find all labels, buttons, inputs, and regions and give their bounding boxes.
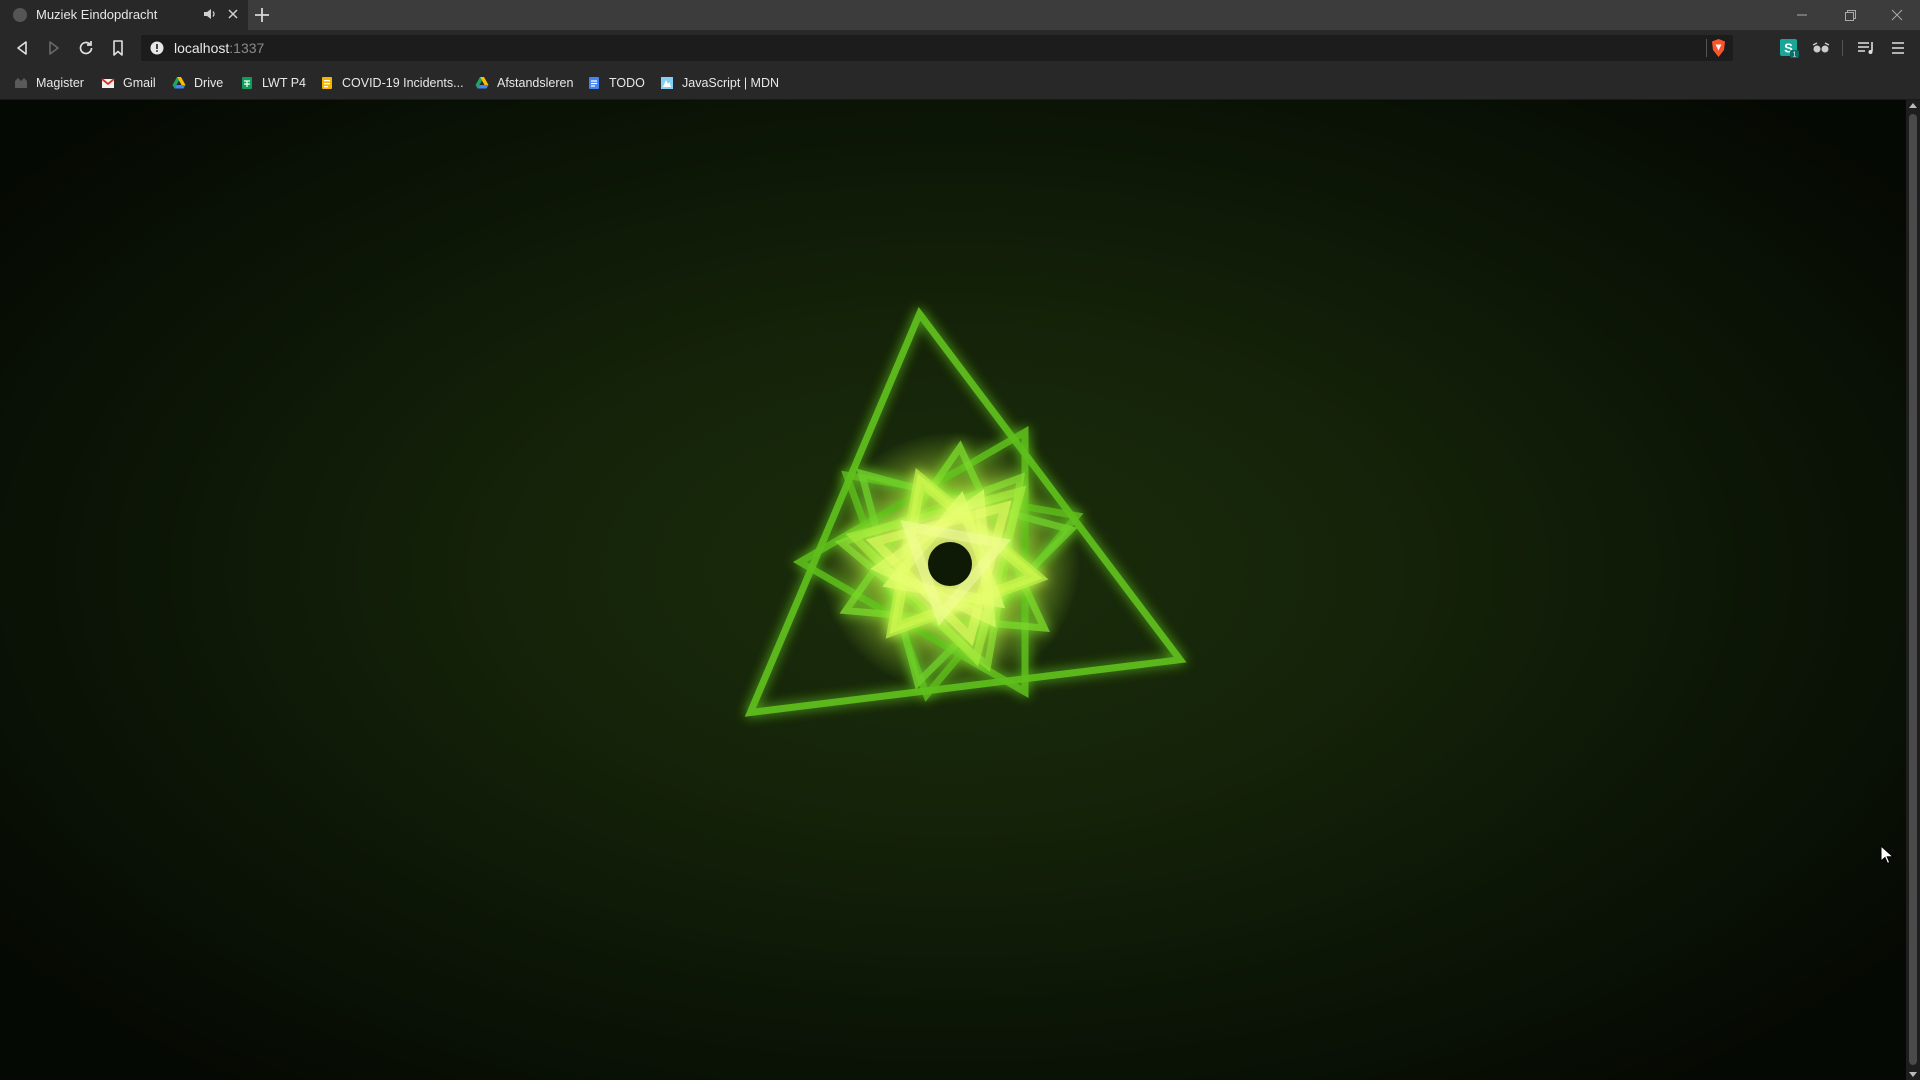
- page-scrollbar[interactable]: [1906, 100, 1920, 1080]
- bookmarks-bar: Magister Gmail Drive LWT P4 COVID-19 Inc…: [0, 66, 1920, 100]
- magister-icon: [15, 78, 27, 88]
- visualizer-center-hole: [928, 542, 972, 586]
- drive-icon: [475, 77, 489, 89]
- globe-icon: [13, 8, 27, 22]
- close-icon[interactable]: [225, 6, 241, 22]
- bookmark-label: Gmail: [123, 76, 156, 90]
- url-text[interactable]: localhost:1337: [174, 40, 264, 56]
- restore-icon[interactable]: [1840, 5, 1860, 25]
- brave-shields-icon[interactable]: [1710, 38, 1727, 58]
- bookmark-todo[interactable]: TODO: [587, 74, 645, 92]
- bookmark-afstandsleren[interactable]: Afstandsleren: [475, 74, 573, 92]
- tab-title: Muziek Eindopdracht: [36, 7, 158, 22]
- scroll-down-arrow-icon[interactable]: [1909, 1072, 1917, 1077]
- bookmark-label: JavaScript | MDN: [682, 76, 780, 90]
- address-bar[interactable]: localhost:1337: [141, 35, 1733, 61]
- bookmark-drive[interactable]: Drive: [172, 74, 223, 92]
- new-tab-icon[interactable]: [252, 5, 272, 25]
- gmail-icon: [101, 78, 115, 88]
- bookmark-label: COVID-19 Incidents...: [342, 76, 464, 90]
- bookmark-label: LWT P4: [262, 76, 306, 90]
- sheets-icon: [242, 77, 252, 89]
- tab-active[interactable]: Muziek Eindopdracht: [0, 0, 248, 30]
- reload-icon[interactable]: [76, 38, 96, 58]
- back-arrow-icon[interactable]: [12, 38, 32, 58]
- svg-text:1: 1: [1793, 52, 1797, 59]
- bookmark-icon[interactable]: [108, 38, 128, 58]
- window-close-icon[interactable]: [1887, 5, 1907, 25]
- browser-window: Muziek Eindopdracht localhost:1337 S 1 M…: [0, 0, 1920, 1080]
- url-port: :1337: [229, 40, 265, 56]
- mdn-icon: [661, 77, 673, 89]
- site-info-icon[interactable]: [150, 41, 164, 55]
- docs-icon: [589, 77, 599, 89]
- bookmark-gmail[interactable]: Gmail: [101, 74, 156, 92]
- bookmark-covid[interactable]: COVID-19 Incidents...: [320, 74, 464, 92]
- drive-icon: [172, 77, 186, 89]
- tab-strip: Muziek Eindopdracht: [0, 0, 1920, 30]
- bookmark-mdn[interactable]: JavaScript | MDN: [660, 74, 779, 92]
- toolbar: localhost:1337 S 1: [0, 30, 1920, 66]
- extension-glasses-icon[interactable]: [1810, 37, 1832, 59]
- bookmark-lwt-p4[interactable]: LWT P4: [240, 74, 306, 92]
- forward-arrow-icon[interactable]: [44, 38, 64, 58]
- forms-icon: [322, 77, 332, 89]
- speaker-icon[interactable]: [203, 7, 217, 21]
- toolbar-divider: [1842, 40, 1843, 56]
- mouse-cursor-icon: [1880, 845, 1894, 865]
- bookmark-label: Drive: [194, 76, 224, 90]
- bookmark-magister[interactable]: Magister: [14, 74, 84, 92]
- url-host: localhost: [174, 40, 230, 56]
- visualizer-canvas[interactable]: [0, 100, 1906, 1080]
- bookmark-label: TODO: [609, 76, 645, 90]
- visualizer-graphic: [744, 306, 1187, 717]
- bookmark-label: Afstandsleren: [497, 76, 574, 90]
- bookmark-label: Magister: [36, 76, 84, 90]
- extension-s-icon[interactable]: S 1: [1778, 37, 1800, 59]
- minimize-icon[interactable]: [1792, 5, 1812, 25]
- media-control-icon[interactable]: [1855, 37, 1877, 59]
- scroll-up-arrow-icon[interactable]: [1909, 103, 1917, 108]
- address-divider: [1706, 39, 1707, 57]
- scrollbar-thumb[interactable]: [1909, 114, 1917, 1065]
- menu-icon[interactable]: [1887, 37, 1909, 59]
